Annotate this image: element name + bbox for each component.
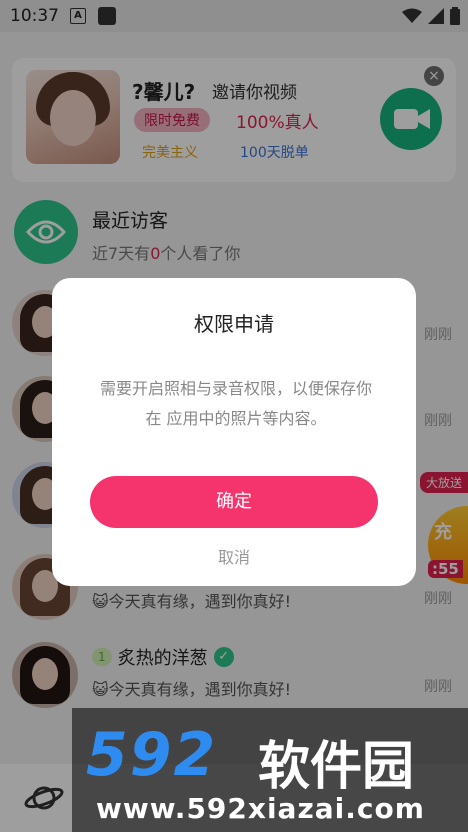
watermark-logo: 592: [86, 720, 218, 790]
confirm-button[interactable]: 确定: [90, 476, 378, 528]
watermark-brand: 软件园: [258, 737, 415, 797]
watermark-url: www.592xiazai.com: [96, 792, 425, 825]
dialog-title: 权限申请: [194, 312, 274, 336]
dialog-message: 需要开启照相与录音权限，以便保存你在 应用中的照片等内容。: [99, 379, 372, 428]
permission-dialog: 权限申请 需要开启照相与录音权限，以便保存你在 应用中的照片等内容。 确定 取消: [52, 278, 416, 586]
cancel-button[interactable]: 取消: [52, 544, 416, 568]
watermark: 592 软件园 www.592xiazai.com: [72, 708, 468, 832]
